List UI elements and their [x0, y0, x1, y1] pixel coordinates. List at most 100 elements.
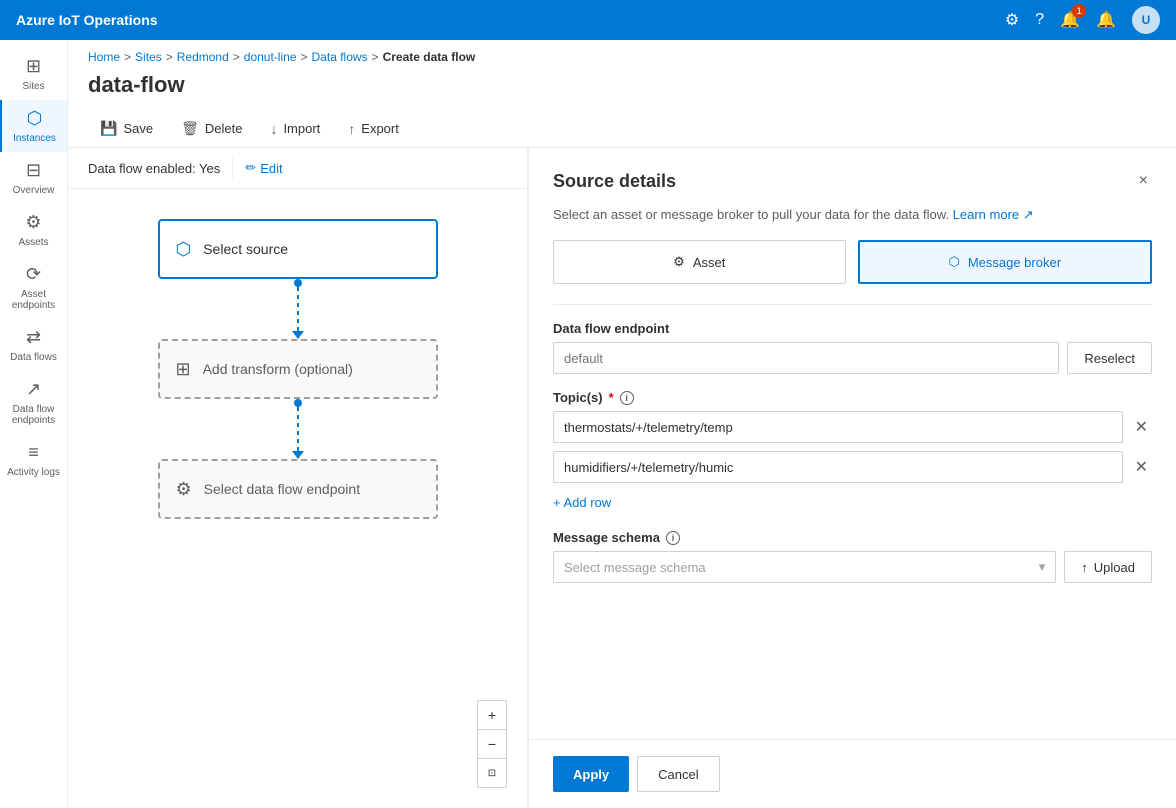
- save-button[interactable]: 💾 Save: [88, 114, 165, 143]
- zoom-out-button[interactable]: −: [478, 730, 506, 758]
- breadcrumb-data-flows[interactable]: Data flows: [312, 50, 368, 64]
- panel-divider: [553, 304, 1152, 305]
- overview-icon: ⊟: [26, 160, 41, 181]
- schema-row: Select message schema ▾ ↑ Upload: [553, 551, 1152, 583]
- activity-logs-icon: ≡: [28, 442, 39, 463]
- asset-label: Asset: [693, 255, 726, 270]
- avatar[interactable]: U: [1132, 6, 1160, 34]
- source-node[interactable]: ⬡ Select source: [158, 219, 438, 279]
- schema-info-icon[interactable]: i: [666, 531, 680, 545]
- divider: [232, 158, 233, 178]
- dataflow-status: Data flow enabled: Yes: [88, 161, 220, 176]
- panel-title: Source details: [553, 171, 676, 192]
- learn-more-link[interactable]: Learn more ↗: [953, 207, 1034, 222]
- import-button[interactable]: ↓ Import: [258, 115, 332, 143]
- topic-input-1[interactable]: [553, 411, 1123, 443]
- sidebar: ⊞ Sites ⬡ Instances ⊟ Overview ⚙ Assets …: [0, 40, 68, 808]
- connector-arrow-1: [292, 331, 304, 339]
- export-icon: ↑: [348, 121, 355, 137]
- panel-header: Source details ×: [529, 148, 1176, 206]
- notification-badge: 1: [1072, 4, 1086, 18]
- sidebar-label-overview: Overview: [13, 185, 55, 196]
- bell-icon[interactable]: 🔔: [1096, 10, 1116, 30]
- upload-label: Upload: [1094, 560, 1135, 575]
- sidebar-item-asset-endpoints[interactable]: ⟳ Asset endpoints: [0, 256, 67, 319]
- topic-input-2[interactable]: [553, 451, 1123, 483]
- panel-footer: Apply Cancel: [529, 739, 1176, 808]
- sidebar-item-data-flow-endpoints[interactable]: ↗ Data flow endpoints: [0, 371, 67, 434]
- schema-label: Message schema i: [553, 530, 1152, 545]
- topic-row-2: ✕: [553, 451, 1152, 483]
- sidebar-label-sites: Sites: [22, 81, 44, 92]
- cancel-button[interactable]: Cancel: [637, 756, 719, 792]
- topic-clear-2[interactable]: ✕: [1131, 455, 1152, 479]
- zoom-fit-button[interactable]: ⊡: [478, 759, 506, 787]
- data-flow-endpoints-icon: ↗: [26, 379, 41, 400]
- sidebar-item-activity-logs[interactable]: ≡ Activity logs: [0, 434, 67, 486]
- sidebar-item-sites[interactable]: ⊞ Sites: [0, 48, 67, 100]
- canvas-area: Data flow enabled: Yes ✏ Edit ⬡ Select s…: [68, 148, 528, 808]
- export-button[interactable]: ↑ Export: [336, 115, 411, 143]
- asset-type-button[interactable]: ⚙ Asset: [553, 240, 846, 284]
- delete-icon: 🗑: [181, 120, 199, 137]
- endpoint-row: Reselect: [553, 342, 1152, 374]
- toolbar: 💾 Save 🗑 Delete ↓ Import ↑ Export: [68, 110, 1176, 148]
- topic-clear-1[interactable]: ✕: [1131, 415, 1152, 439]
- schema-section: Message schema i Select message schema ▾…: [529, 530, 1176, 599]
- sidebar-label-data-flows: Data flows: [10, 352, 57, 363]
- assets-icon: ⚙: [25, 212, 41, 233]
- endpoint-node-label: Select data flow endpoint: [204, 481, 360, 497]
- broker-icon: ⬡: [948, 254, 959, 270]
- help-icon[interactable]: ?: [1035, 11, 1044, 29]
- breadcrumb: Home > Sites > Redmond > donut-line > Da…: [68, 40, 1176, 68]
- broker-type-button[interactable]: ⬡ Message broker: [858, 240, 1153, 284]
- main-layout: ⊞ Sites ⬡ Instances ⊟ Overview ⚙ Assets …: [0, 40, 1176, 808]
- connector-dot-1: [294, 279, 302, 287]
- sidebar-label-data-flow-endpoints: Data flow endpoints: [4, 404, 63, 426]
- save-label: Save: [123, 121, 153, 136]
- breadcrumb-home[interactable]: Home: [88, 50, 120, 64]
- edit-label: Edit: [260, 161, 282, 176]
- sidebar-item-data-flows[interactable]: ⇄ Data flows: [0, 319, 67, 371]
- panel-close-button[interactable]: ×: [1135, 168, 1152, 194]
- add-row-button[interactable]: + Add row: [553, 491, 611, 514]
- nav-icons: ⚙ ? 🔔 1 🔔 U: [1005, 6, 1160, 34]
- edit-button[interactable]: ✏ Edit: [245, 160, 282, 176]
- export-label: Export: [361, 121, 399, 136]
- breadcrumb-sites[interactable]: Sites: [135, 50, 162, 64]
- instances-icon: ⬡: [27, 108, 43, 129]
- delete-button[interactable]: 🗑 Delete: [169, 114, 254, 143]
- connector-arrow-2: [292, 451, 304, 459]
- endpoint-input[interactable]: [553, 342, 1059, 374]
- sidebar-label-assets: Assets: [18, 237, 48, 248]
- notifications-icon[interactable]: 🔔 1: [1060, 10, 1080, 30]
- top-nav: Azure IoT Operations ⚙ ? 🔔 1 🔔 U: [0, 0, 1176, 40]
- connector-2: [292, 399, 304, 459]
- sidebar-label-asset-endpoints: Asset endpoints: [4, 289, 63, 311]
- source-node-label: Select source: [203, 241, 288, 257]
- breadcrumb-redmond[interactable]: Redmond: [177, 50, 229, 64]
- settings-icon[interactable]: ⚙: [1005, 10, 1019, 30]
- sidebar-item-overview[interactable]: ⊟ Overview: [0, 152, 67, 204]
- upload-button[interactable]: ↑ Upload: [1064, 551, 1152, 583]
- topics-info-icon[interactable]: i: [620, 391, 634, 405]
- topics-label: Topic(s) * i: [553, 390, 1152, 405]
- breadcrumb-donut-line[interactable]: donut-line: [244, 50, 297, 64]
- zoom-in-button[interactable]: +: [478, 701, 506, 729]
- content-area: Home > Sites > Redmond > donut-line > Da…: [68, 40, 1176, 808]
- schema-select[interactable]: Select message schema ▾: [553, 551, 1056, 583]
- transform-node[interactable]: ⊞ Add transform (optional): [158, 339, 438, 399]
- page-title: data-flow: [88, 72, 1156, 98]
- endpoint-node[interactable]: ⚙ Select data flow endpoint: [158, 459, 438, 519]
- endpoint-section: Data flow endpoint Reselect: [529, 321, 1176, 390]
- reselect-button[interactable]: Reselect: [1067, 342, 1152, 374]
- apply-button[interactable]: Apply: [553, 756, 629, 792]
- topics-section: Topic(s) * i ✕ ✕ + Add row: [529, 390, 1176, 530]
- sidebar-item-assets[interactable]: ⚙ Assets: [0, 204, 67, 256]
- enabled-bar: Data flow enabled: Yes ✏ Edit: [68, 148, 527, 189]
- import-label: Import: [283, 121, 320, 136]
- sidebar-item-instances[interactable]: ⬡ Instances: [0, 100, 67, 152]
- asset-endpoints-icon: ⟳: [26, 264, 41, 285]
- sites-icon: ⊞: [26, 56, 41, 77]
- asset-icon: ⚙: [673, 254, 685, 270]
